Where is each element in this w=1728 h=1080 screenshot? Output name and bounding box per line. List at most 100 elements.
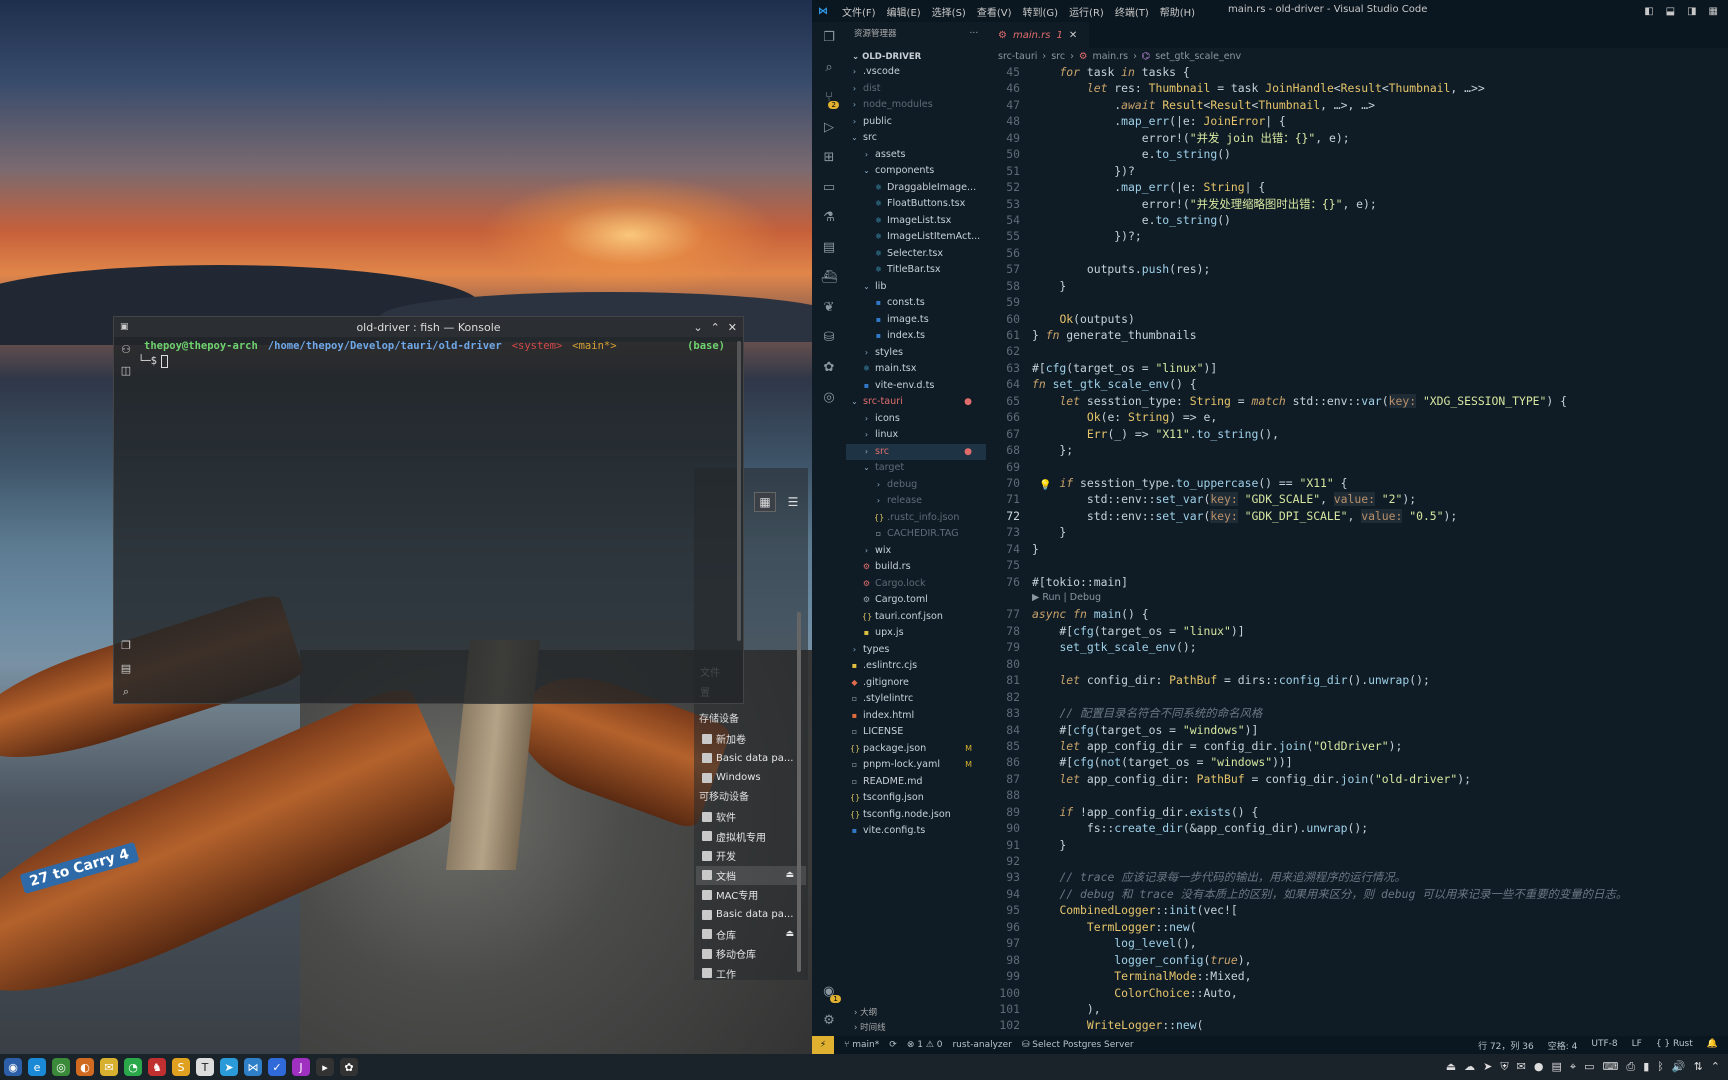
file-item[interactable]: ◆ .gitignore — [846, 675, 986, 692]
folder-item[interactable]: › src ● — [846, 443, 986, 460]
telegram-icon[interactable]: ➤ — [220, 1058, 238, 1076]
place-item[interactable]: Basic data pa... — [696, 905, 806, 925]
tab-main-rs[interactable]: ⚙ main.rs 1 ✕ — [986, 22, 1090, 48]
profile-icon[interactable]: ⚇ — [121, 343, 131, 356]
file-item[interactable]: {} tsconfig.node.json — [846, 807, 986, 824]
editor-scrollbar[interactable] — [1714, 64, 1728, 1036]
tray-icon[interactable]: ⛨ — [1500, 1060, 1508, 1074]
encoding[interactable]: UTF-8 — [1591, 1039, 1617, 1052]
menu-item[interactable]: 帮助(H) — [1160, 4, 1195, 19]
chevron-down-icon[interactable]: ⌄ — [693, 321, 702, 334]
tray-icon[interactable]: ✉ — [1517, 1060, 1526, 1074]
tray-icon[interactable]: ➤ — [1483, 1060, 1492, 1074]
gear-icon[interactable]: ⚙ — [823, 1013, 835, 1028]
file-item[interactable]: ▫ LICENSE — [846, 724, 986, 741]
tray-icon[interactable]: ⏏ — [1446, 1060, 1456, 1074]
search-icon[interactable]: ⌕ — [825, 60, 832, 75]
file-item[interactable]: ⚛ FloatButtons.tsx — [846, 196, 986, 213]
more-actions-icon[interactable]: ⋯ — [970, 28, 979, 38]
openai-icon[interactable]: ✿ — [824, 360, 835, 375]
line-ending[interactable]: LF — [1632, 1039, 1642, 1052]
file-item[interactable]: ▫ pnpm-lock.yaml M — [846, 757, 986, 774]
remote-explorer-icon[interactable]: ▭ — [823, 180, 835, 195]
wechat-icon[interactable]: ◔ — [124, 1058, 142, 1076]
place-item[interactable]: 开发 — [696, 846, 806, 866]
folder-item[interactable]: ⌄ src — [846, 130, 986, 147]
tray-icon[interactable]: ☁ — [1464, 1060, 1475, 1074]
eject-icon[interactable]: ⏏ — [785, 929, 794, 939]
file-item[interactable]: ⚛ main.tsx — [846, 361, 986, 378]
sync-icon[interactable]: ⟳ — [889, 1040, 897, 1050]
split-view-icon[interactable]: ◫ — [121, 364, 131, 377]
folder-item[interactable]: › node_modules — [846, 97, 986, 114]
file-item[interactable]: ⚛ Selecter.tsx — [846, 246, 986, 263]
toggle-sidebar-icon[interactable]: ◧ — [1644, 6, 1653, 17]
file-item[interactable]: ⚙ Cargo.lock — [846, 576, 986, 593]
gitkraken-icon[interactable]: ♞ — [148, 1058, 166, 1076]
file-item[interactable]: ▪ upx.js — [846, 625, 986, 642]
printer-icon[interactable]: ⎙ — [1626, 1060, 1635, 1074]
menu-item[interactable]: 编辑(E) — [887, 4, 921, 19]
file-item[interactable]: ▫ .stylelintrc — [846, 691, 986, 708]
notes-icon[interactable]: ✉ — [100, 1058, 118, 1076]
places-scrollbar[interactable] — [797, 612, 801, 972]
place-item[interactable]: 软件 — [696, 807, 806, 827]
network-icon[interactable]: ⇅ — [1694, 1060, 1703, 1074]
clipboard-icon[interactable]: ▤ — [1551, 1060, 1561, 1074]
source-control-icon[interactable]: ⑂ 2 — [825, 90, 839, 109]
keyboard-icon[interactable]: ⌨ — [1602, 1060, 1618, 1074]
breadcrumb-item[interactable]: main.rs — [1092, 51, 1128, 62]
folder-item[interactable]: ⌄ target — [846, 460, 986, 477]
run-debug-icon[interactable]: ▷ — [824, 120, 834, 135]
chevron-up-icon[interactable]: ⌃ — [1711, 1060, 1720, 1074]
code-lens[interactable]: ▶ Run | Debug — [986, 590, 1728, 606]
account-icon[interactable]: ◉ 1 — [823, 984, 841, 1003]
volume-icon[interactable]: 🔊 — [1672, 1060, 1686, 1074]
copy-icon[interactable]: ❐ — [121, 639, 131, 652]
toggle-panel-icon[interactable]: ⬓ — [1666, 6, 1675, 17]
code-editor[interactable]: 45 for task in tasks {46 let res: Thumbn… — [986, 64, 1728, 1036]
folder-item[interactable]: › linux — [846, 427, 986, 444]
file-item[interactable]: ▪ index.ts — [846, 328, 986, 345]
layout-icon[interactable]: ▦ — [1709, 6, 1718, 17]
clipboard-icon[interactable]: ▤ — [121, 662, 131, 675]
folder-item[interactable]: › wix — [846, 543, 986, 560]
toggle-secondary-icon[interactable]: ◨ — [1687, 6, 1696, 17]
maximize-icon[interactable]: ⌃ — [711, 321, 720, 334]
file-item[interactable]: ▪ .eslintrc.cjs — [846, 658, 986, 675]
menu-item[interactable]: 终端(T) — [1115, 4, 1149, 19]
place-item[interactable]: MAC专用 — [696, 885, 806, 905]
testing-icon[interactable]: ⚗ — [823, 210, 835, 225]
file-item[interactable]: ▫ CACHEDIR.TAG — [846, 526, 986, 543]
location-icon[interactable]: ⌖ — [1570, 1060, 1576, 1074]
bluetooth-icon[interactable]: ᛒ — [1657, 1060, 1664, 1074]
language-mode[interactable]: { } Rust — [1656, 1039, 1693, 1052]
folder-item[interactable]: › types — [846, 642, 986, 659]
lightbulb-icon[interactable]: 💡 — [1039, 480, 1051, 491]
place-item[interactable]: Windows — [696, 768, 806, 788]
display-icon[interactable]: ▭ — [1584, 1060, 1594, 1074]
cursor-position[interactable]: 行 72，列 36 — [1478, 1039, 1534, 1052]
file-item[interactable]: {} .rustc_info.json — [846, 510, 986, 527]
git-graph-icon[interactable]: ◎ — [823, 390, 834, 405]
file-item[interactable]: ⚛ ImageListItemAct... — [846, 229, 986, 246]
battery-icon[interactable]: ▮ — [1643, 1060, 1649, 1074]
typora-icon[interactable]: T — [196, 1058, 214, 1076]
firefox-icon[interactable]: ◐ — [76, 1058, 94, 1076]
eject-icon[interactable]: ⏏ — [785, 870, 794, 880]
file-item[interactable]: ▪ image.ts — [846, 312, 986, 329]
folder-item[interactable]: › release — [846, 493, 986, 510]
notebook-icon[interactable]: ▤ — [823, 240, 835, 255]
place-item[interactable]: Basic data pa... — [696, 749, 806, 769]
place-item[interactable]: 工作 — [696, 964, 806, 984]
file-item[interactable]: {} tauri.conf.json — [846, 609, 986, 626]
folder-item[interactable]: › styles — [846, 345, 986, 362]
file-item[interactable]: ⚛ ImageList.tsx — [846, 213, 986, 230]
place-item[interactable]: 文档 ⏏ — [696, 865, 806, 886]
indentation[interactable]: 空格: 4 — [1548, 1039, 1578, 1052]
file-item[interactable]: ▪ const.ts — [846, 295, 986, 312]
postgres-status[interactable]: ⛁ Select Postgres Server — [1022, 1040, 1134, 1050]
database-icon[interactable]: ⛁ — [824, 330, 835, 345]
tree-icon[interactable]: ❦ — [824, 300, 835, 315]
konsole-task-icon[interactable]: ▸ — [316, 1058, 334, 1076]
